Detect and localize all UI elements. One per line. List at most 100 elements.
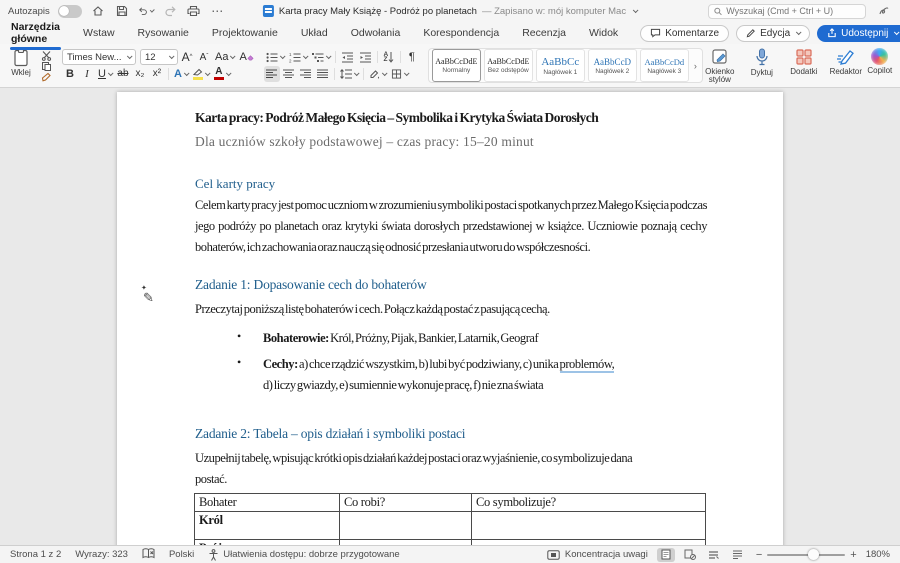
language-indicator[interactable]: Polski [169,549,194,560]
style-naglowek-3[interactable]: AaBbCcDdNagłówek 3 [640,49,689,82]
superscript-button[interactable]: x² [149,66,165,82]
page-count[interactable]: Strona 1 z 2 [10,549,61,560]
doc-title[interactable]: Karta pracy: Podróż Małego Księcia – Sym… [195,110,598,126]
accessibility-status[interactable]: Ułatwienia dostępu: dobrze przygotowane [223,549,399,560]
table-cell-empty[interactable] [472,512,706,540]
zoom-in-icon[interactable]: + [850,549,856,561]
decrease-indent-button[interactable] [339,49,356,65]
font-size-select[interactable]: 12 [140,49,178,65]
table-cell-empty[interactable] [340,512,472,540]
numbering-button[interactable]: 12 [287,49,309,65]
home-icon[interactable] [90,3,106,19]
task1-heading[interactable]: Zadanie 1: Dopasowanie cech do bohaterów [195,277,427,293]
zoom-out-icon[interactable]: − [756,549,762,561]
cut-icon[interactable] [38,50,54,61]
zoom-slider[interactable]: − + [756,549,857,561]
editor-button[interactable]: Redaktor [829,46,863,85]
table-cell-krol[interactable]: Król [195,512,340,540]
section-heading-cel[interactable]: Cel karty pracy [195,176,275,192]
bullet-cechy-line2[interactable]: d) liczy gwiazdy, e) sumiennie wykonuje … [263,375,614,396]
section-body[interactable]: Celem karty pracy jest pomoc uczniom w z… [195,195,707,258]
style-naglowek-1[interactable]: AaBbCcNagłówek 1 [536,49,585,82]
font-color-button[interactable]: A [212,66,232,82]
pilcrow-button[interactable]: ¶ [404,49,420,65]
increase-indent-button[interactable] [357,49,374,65]
addins-button[interactable]: Dodatki [787,46,821,85]
strikethrough-button[interactable]: ab [115,66,131,82]
justify-button[interactable] [315,66,331,82]
document-canvas[interactable]: ✦✎ Karta pracy: Podróż Małego Księcia – … [0,88,900,545]
print-icon[interactable] [186,3,202,19]
editing-mode-button[interactable]: Edycja [736,25,810,42]
text-effects-button[interactable]: A [172,66,190,82]
tab-widok[interactable]: Widok [588,24,619,42]
save-status-chevron-icon[interactable] [633,7,639,13]
share-button[interactable]: Udostępnij [817,25,900,42]
tab-korespondencja[interactable]: Korespondencja [422,24,500,42]
styles-pane-button[interactable]: Okienko stylów [703,46,737,85]
tab-uklad[interactable]: Układ [300,24,329,42]
style-normalny[interactable]: AaBbCcDdENormalny [432,49,481,82]
subscript-button[interactable]: x₂ [132,66,148,82]
line-spacing-button[interactable] [338,66,360,82]
tab-narzedzia-glowne[interactable]: Narzędzia główne [10,18,61,48]
multilevel-list-button[interactable] [310,49,332,65]
align-left-button[interactable] [264,66,280,82]
bold-button[interactable]: B [62,66,78,82]
more-commands-icon[interactable]: ⋯ [210,3,226,19]
format-painter-icon[interactable] [38,72,54,83]
table-cell-empty[interactable] [340,540,472,546]
tab-odwolania[interactable]: Odwołania [350,24,402,42]
clear-formatting-icon[interactable]: A [237,49,255,65]
save-status[interactable]: — Zapisano w: mój komputer Mac [482,6,626,17]
draft-view-button[interactable] [729,548,747,562]
comments-button[interactable]: Komentarze [640,25,729,42]
table-header-bohater[interactable]: Bohater [195,494,340,512]
bullet-bohaterowie[interactable]: Bohaterowie: Król, Próżny, Pijak, Bankie… [263,328,538,349]
styles-gallery-more-icon[interactable]: › [692,61,699,71]
align-center-button[interactable] [281,66,297,82]
save-icon[interactable] [114,3,130,19]
task2-intro[interactable]: Uzupełnij tabelę, wpisując krótki opis d… [195,448,653,490]
page-1[interactable]: ✦✎ Karta pracy: Podróż Małego Księcia – … [117,92,783,545]
copy-icon[interactable] [38,61,54,72]
change-case-icon[interactable]: Aa [213,49,236,65]
autosave-toggle[interactable] [58,5,82,18]
style-naglowek-2[interactable]: AaBbCcDNagłówek 2 [588,49,637,82]
zoom-level[interactable]: 180% [866,549,890,560]
table-header-co-symbolizuje[interactable]: Co symbolizuje? [472,494,706,512]
proofing-icon[interactable] [142,548,155,562]
font-name-select[interactable]: Times New... [62,49,136,65]
copilot-button[interactable]: Copilot [863,46,897,85]
table-cell-prozny[interactable]: Próżny [195,540,340,546]
doc-subtitle[interactable]: Dla uczniów szkoły podstawowej – czas pr… [195,134,534,150]
shrink-font-icon[interactable]: Aˇ [196,49,212,65]
table-header-co-robi[interactable]: Co robi? [340,494,472,512]
copilot-margin-pen-icon[interactable]: ✦✎ [143,290,154,306]
undo-icon[interactable] [138,3,154,19]
task2-heading[interactable]: Zadanie 2: Tabela – opis działań i symbo… [195,426,465,442]
immersive-reader-view-button[interactable] [681,548,699,562]
highlight-color-button[interactable] [191,66,211,82]
table-cell-empty[interactable] [472,540,706,546]
tab-rysowanie[interactable]: Rysowanie [137,24,190,42]
sort-button[interactable]: AZ [381,49,397,65]
tab-wstaw[interactable]: Wstaw [82,24,116,42]
grow-font-icon[interactable]: A^ [179,49,195,65]
search-box[interactable] [708,4,866,19]
zoom-slider-knob[interactable] [808,549,819,560]
tab-recenzja[interactable]: Recenzja [521,24,567,42]
word-count[interactable]: Wyrazy: 323 [75,549,128,560]
borders-button[interactable] [389,66,410,82]
italic-button[interactable]: I [79,66,95,82]
paste-button[interactable]: Wklej [4,46,38,85]
style-bez-odstepow[interactable]: AaBbCcDdEBez odstępów [484,49,533,82]
scribble-icon[interactable] [876,3,892,19]
align-right-button[interactable] [298,66,314,82]
bullet-cechy[interactable]: Cechy: a) chce rządzić wszystkim, b) lub… [263,354,614,396]
shading-button[interactable] [367,66,388,82]
task1-intro[interactable]: Przeczytaj poniższą listę bohaterów i ce… [195,299,707,320]
underline-button[interactable]: U [96,66,114,82]
search-input[interactable] [726,6,860,16]
dictate-button[interactable]: Dyktuj [745,46,779,85]
